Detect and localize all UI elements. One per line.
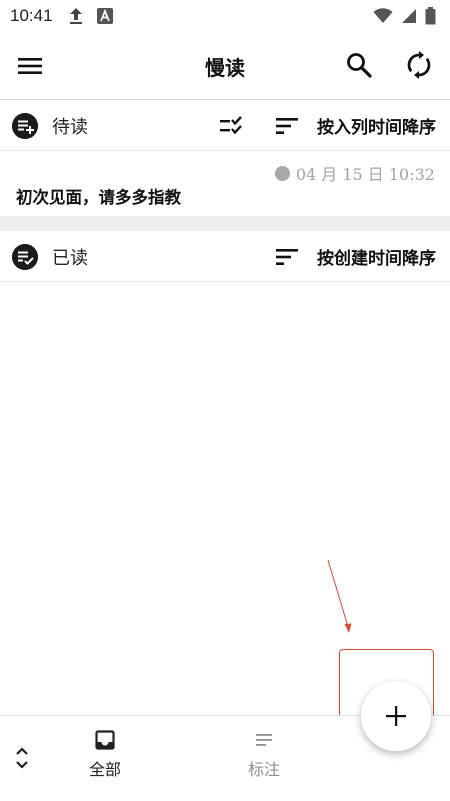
- page-title: 慢读: [205, 56, 245, 80]
- signal-icon: [402, 9, 416, 23]
- inbox-icon: [95, 730, 115, 750]
- search-icon[interactable]: [344, 50, 374, 80]
- sort-label-unread[interactable]: 按入列时间降序: [317, 113, 436, 138]
- notes-icon: [256, 734, 272, 746]
- section-label-read: 已读: [52, 247, 88, 269]
- article-date: 04 月 15 日 10:32: [295, 165, 435, 184]
- plus-icon: [386, 706, 406, 726]
- status-right-icons: [373, 7, 436, 25]
- menu-icon[interactable]: [16, 52, 44, 80]
- status-dot-icon: [274, 165, 290, 181]
- app-bar: 慢读: [0, 32, 450, 100]
- sort-icon[interactable]: [274, 246, 300, 268]
- sync-icon[interactable]: [404, 50, 434, 80]
- section-header-read: 已读 按创建时间降序: [0, 232, 450, 282]
- nav-item-all[interactable]: 全部: [65, 730, 145, 780]
- section-header-unread: 待读 按入列时间降序: [0, 101, 450, 151]
- add-to-queue-icon: [12, 112, 38, 139]
- list-item[interactable]: 04 月 15 日 10:32 初次见面，请多多指教: [0, 152, 450, 216]
- status-time: 10:41: [10, 6, 53, 25]
- sort-icon[interactable]: [274, 115, 300, 137]
- nav-label-all: 全部: [88, 760, 121, 779]
- status-left-icons: [69, 7, 113, 25]
- read-done-icon: [12, 243, 38, 270]
- checklist-icon[interactable]: [218, 114, 246, 138]
- wifi-icon: [373, 8, 393, 23]
- upload-icon: [69, 8, 82, 24]
- article-title: 初次见面，请多多指教: [16, 188, 181, 207]
- nav-item-notes[interactable]: 标注: [224, 730, 304, 780]
- expand-icon[interactable]: [12, 744, 32, 772]
- font-app-icon: [96, 8, 113, 24]
- status-bar: 10:41: [0, 0, 450, 32]
- nav-label-notes: 标注: [247, 760, 280, 779]
- sort-label-read[interactable]: 按创建时间降序: [317, 244, 436, 269]
- battery-icon: [425, 7, 436, 25]
- add-button[interactable]: [361, 681, 431, 751]
- article-meta: 04 月 15 日 10:32: [274, 161, 435, 185]
- section-divider: [0, 216, 450, 231]
- section-label-unread: 待读: [52, 116, 88, 138]
